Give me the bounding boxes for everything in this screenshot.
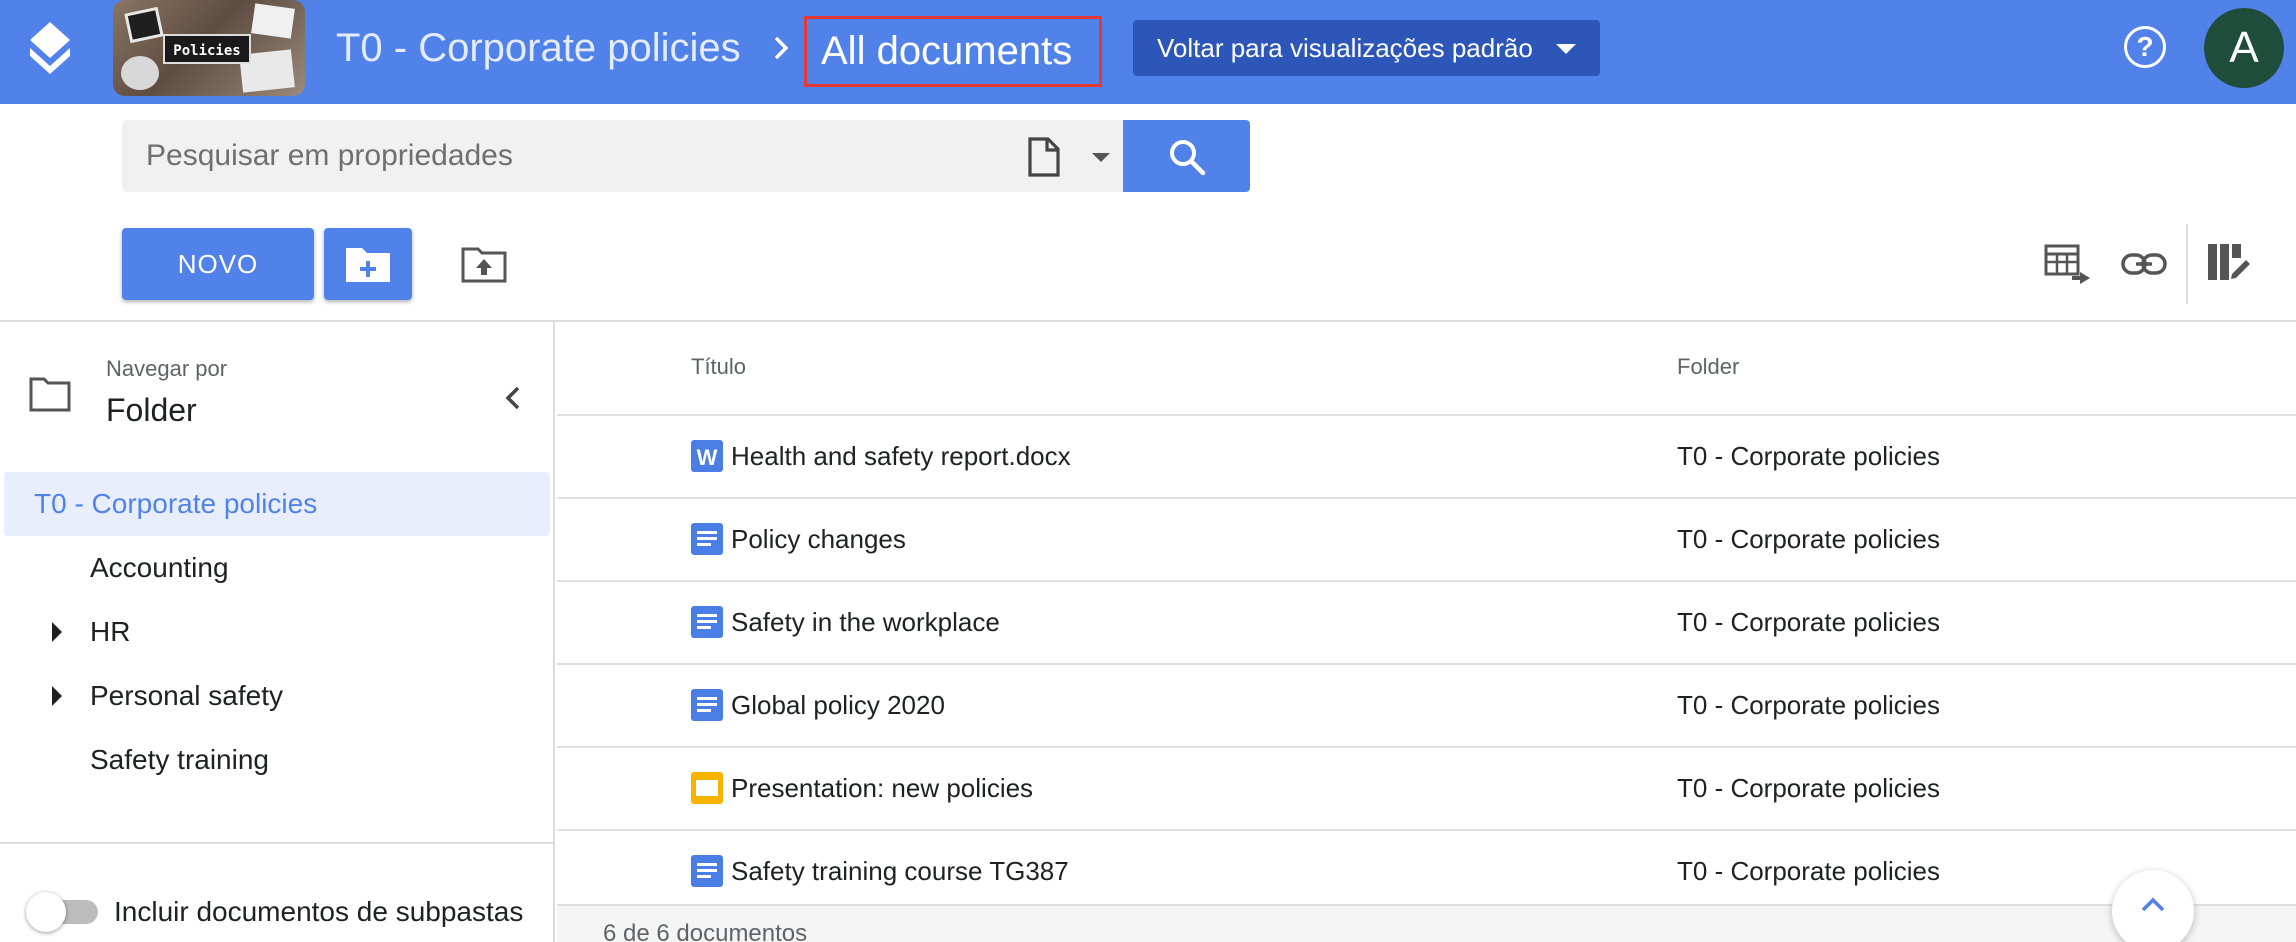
document-folder: T0 - Corporate policies <box>1677 773 1940 803</box>
tree-item-label: HR <box>90 616 131 647</box>
tree-item-accounting[interactable]: Accounting <box>0 536 546 600</box>
google-doc-icon <box>691 855 723 887</box>
table-row[interactable]: Global policy 2020 T0 - Corporate polici… <box>557 663 2296 747</box>
documents-table: Título Folder W Health and safety report… <box>557 322 2296 942</box>
folder-icon <box>29 377 71 412</box>
tree-item-corporate-policies[interactable]: T0 - Corporate policies <box>4 472 550 536</box>
search-bar <box>122 120 1123 192</box>
folder-upload-icon[interactable] <box>460 240 508 288</box>
toolbar-divider <box>2186 224 2188 304</box>
search-icon <box>1170 140 1206 176</box>
document-title[interactable]: Safety training course TG387 <box>731 831 1069 911</box>
table-footer: 6 de 6 documentos <box>557 904 2296 942</box>
table-row[interactable]: Presentation: new policies T0 - Corporat… <box>557 746 2296 830</box>
view-select-dropdown[interactable]: Voltar para visualizações padrão <box>1133 20 1600 76</box>
link-icon[interactable] <box>2120 240 2168 288</box>
chevron-left-icon[interactable] <box>500 382 524 414</box>
tree-item-personal-safety[interactable]: Personal safety <box>0 664 546 728</box>
app-header: Policies T0 - Corporate policies All doc… <box>0 0 2296 104</box>
document-title[interactable]: Safety in the workplace <box>731 582 1000 662</box>
include-subfolders-label: Incluir documentos de subpastas <box>114 896 524 927</box>
google-doc-icon <box>691 606 723 638</box>
tree-item-label: Accounting <box>90 552 229 583</box>
column-header-folder[interactable]: Folder <box>1677 354 1739 380</box>
word-doc-icon: W <box>691 440 723 472</box>
browse-by-label: Navegar por <box>106 356 228 381</box>
include-subfolders-toggle[interactable] <box>26 892 98 932</box>
document-title[interactable]: Global policy 2020 <box>731 665 945 745</box>
view-select-label: Voltar para visualizações padrão <box>1157 33 1533 63</box>
column-header-title[interactable]: Título <box>691 354 746 380</box>
expand-arrow-icon[interactable] <box>52 622 62 642</box>
document-title[interactable]: Policy changes <box>731 499 906 579</box>
tree-item-label: T0 - Corporate policies <box>34 488 318 519</box>
document-title[interactable]: Presentation: new policies <box>731 748 1033 828</box>
sidebar: Navegar por Folder T0 - Corporate polici… <box>0 322 555 942</box>
caret-down-icon <box>1556 44 1576 54</box>
table-row[interactable]: Policy changes T0 - Corporate policies <box>557 497 2296 581</box>
search-button[interactable] <box>1123 120 1250 192</box>
google-doc-icon <box>691 523 723 555</box>
tree-item-label: Personal safety <box>90 680 283 711</box>
breadcrumb-current: All documents <box>804 16 1102 87</box>
folder-plus-icon <box>346 248 390 282</box>
chevron-right-icon <box>774 36 789 60</box>
document-title[interactable]: Health and safety report.docx <box>731 416 1071 496</box>
svg-text:W: W <box>697 445 718 470</box>
document-folder: T0 - Corporate policies <box>1677 441 1940 471</box>
tree-item-label: Safety training <box>90 744 269 775</box>
browse-by-value[interactable]: Folder <box>106 392 197 429</box>
table-row[interactable]: Safety in the workplace T0 - Corporate p… <box>557 580 2296 664</box>
document-folder: T0 - Corporate policies <box>1677 607 1940 637</box>
google-doc-icon <box>691 689 723 721</box>
document-folder: T0 - Corporate policies <box>1677 524 1940 554</box>
file-icon <box>1028 137 1060 177</box>
table-row[interactable]: W Health and safety report.docx T0 - Cor… <box>557 414 2296 498</box>
breadcrumb-parent[interactable]: T0 - Corporate policies <box>336 24 741 72</box>
help-icon[interactable]: ? <box>2124 26 2166 68</box>
tree-item-safety-training[interactable]: Safety training <box>0 728 546 792</box>
tree-item-hr[interactable]: HR <box>0 600 546 664</box>
edit-columns-icon[interactable] <box>2204 240 2252 288</box>
new-folder-button[interactable] <box>324 228 412 300</box>
google-slides-icon <box>691 772 723 804</box>
table-export-icon[interactable] <box>2044 240 2092 288</box>
app-logo-icon[interactable] <box>24 22 76 78</box>
document-folder: T0 - Corporate policies <box>1677 690 1940 720</box>
thumbnail-label: Policies <box>163 34 251 64</box>
sidebar-divider <box>0 842 553 844</box>
scroll-to-top-button[interactable] <box>2112 870 2194 942</box>
document-folder: T0 - Corporate policies <box>1677 856 1940 886</box>
folder-thumbnail[interactable]: Policies <box>113 0 305 96</box>
document-count: 6 de 6 documentos <box>603 920 808 942</box>
user-avatar[interactable]: A <box>2204 8 2284 88</box>
search-input[interactable] <box>122 120 982 192</box>
caret-down-icon <box>1092 153 1110 162</box>
table-row[interactable]: Safety training course TG387 T0 - Corpor… <box>557 829 2296 913</box>
new-button[interactable]: NOVO <box>122 228 314 300</box>
document-type-select[interactable] <box>1002 120 1122 192</box>
chevron-up-icon <box>2141 897 2165 912</box>
expand-arrow-icon[interactable] <box>52 686 62 706</box>
